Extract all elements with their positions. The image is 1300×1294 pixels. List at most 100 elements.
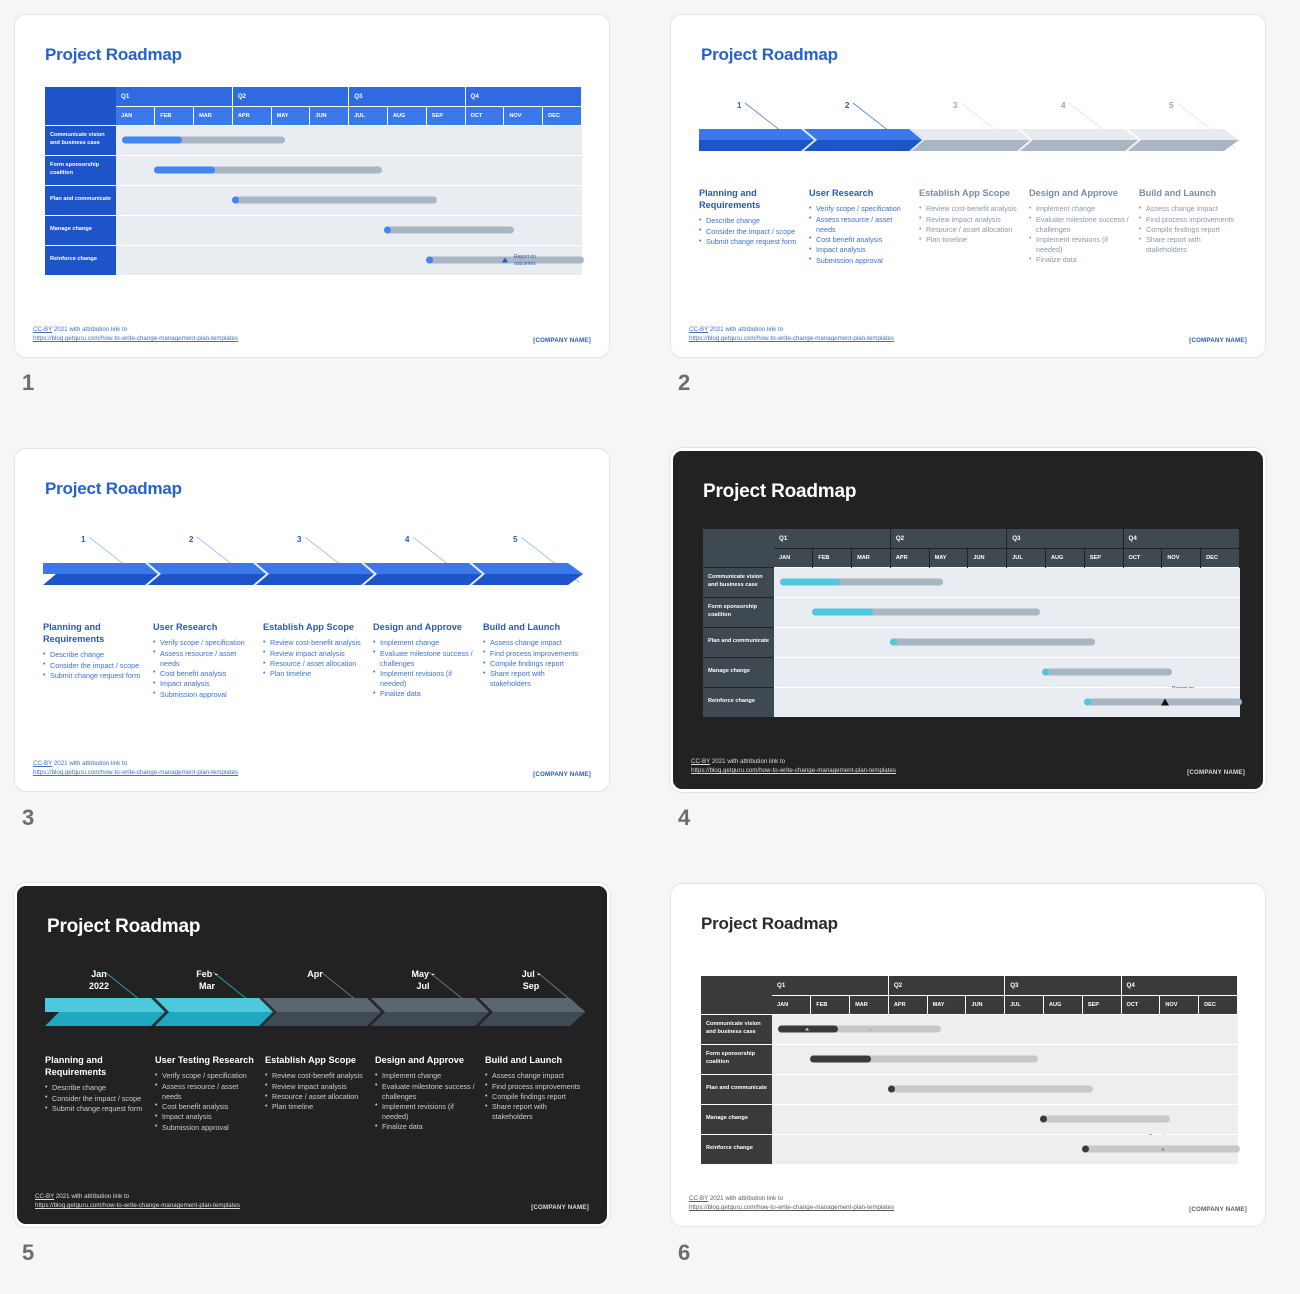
stage-item: Review cost-benefit analysis	[265, 1071, 365, 1081]
source-url-link[interactable]: https://blog.getguru.com/how-to-write-ch…	[33, 768, 238, 778]
slide-2[interactable]: Project Roadmap 1 2 3 4 5 Planning and R…	[670, 14, 1266, 358]
gantt-row: Manage change Report onoutcomes	[701, 1103, 1238, 1146]
gantt-month-mar: MAR	[851, 547, 891, 567]
timeline-number-3: 3	[297, 535, 302, 544]
gantt-chart-blue: Q1 Q2 Q3 Q4 JAN FEB MAR APR MAY JUN JUL …	[45, 87, 584, 275]
timeline-stage-columns: Planning and Requirements Describe chang…	[45, 1054, 585, 1133]
stage-item: Implement revisions (if needed)	[375, 1101, 475, 1122]
gantt-month-jul: JUL	[1004, 994, 1044, 1014]
timeline-numbers: 1 2 3 4 5	[43, 535, 583, 544]
milestone-marker-icon	[1161, 698, 1170, 706]
stage-heading: Design and Approve	[375, 1055, 464, 1065]
timeline-number-1: 1	[81, 535, 86, 544]
gantt-month-apr: APR	[888, 994, 928, 1014]
slide-6[interactable]: Project Roadmap Q1 Q2 Q3 Q4 JAN FEB MAR …	[670, 883, 1266, 1227]
gantt-month-jun: JUN	[965, 994, 1006, 1014]
stage-item: Assess resource / asset needs	[809, 214, 909, 235]
timeline-date-1: Jan 2022	[88, 969, 110, 992]
gantt-quarter-q4: Q4	[1123, 529, 1241, 548]
stage-heading: Planning and Requirements	[699, 188, 761, 211]
timeline-arrow-full: 1 2 3 4 5 Planning and Requirements Desc…	[43, 535, 583, 699]
gantt-bar-start-dot	[383, 226, 391, 234]
timeline-arrow-partial: 1 2 3 4 5 Planning and Requirements Desc…	[699, 101, 1239, 265]
page-title: Project Roadmap	[703, 481, 857, 502]
stage-items: Describe change Consider the impact / sc…	[43, 650, 143, 681]
slide-5[interactable]: Project Roadmap Jan 2022 Feb - Mar Apr M…	[14, 883, 610, 1227]
gantt-month-jul: JUL	[348, 105, 388, 125]
stage-item: Submission approval	[155, 1122, 255, 1133]
stage-item: Evaluate milestone success / challenges	[1029, 214, 1129, 235]
company-name: [COMPANY NAME]	[1189, 337, 1247, 344]
stage-item: Submit change request form	[43, 671, 143, 681]
milestone-marker-icon	[1161, 1147, 1166, 1151]
stage-items: Describe change Consider the impact / sc…	[45, 1083, 145, 1114]
gantt-bar-progress	[154, 166, 215, 174]
gantt-task-label: Manage change	[703, 656, 774, 687]
source-url-link[interactable]: https://blog.getguru.com/how-to-write-ch…	[33, 334, 238, 344]
footer: CC-BY 2021 with attribution link to http…	[689, 1194, 1247, 1213]
company-name: [COMPANY NAME]	[533, 337, 591, 344]
slide-3[interactable]: Project Roadmap 1 2 3 4 5 Planning and R…	[14, 448, 610, 792]
gantt-track	[774, 686, 1242, 717]
stage-heading: Planning and Requirements	[43, 622, 105, 645]
stage-items: Assess change impact Find process improv…	[483, 638, 583, 689]
cc-by-link[interactable]: CC-BY	[35, 1193, 54, 1200]
cc-by-link[interactable]: CC-BY	[33, 760, 52, 767]
timeline-numbers: 1 2 3 4 5	[699, 101, 1239, 110]
cc-by-link[interactable]: CC-BY	[689, 1195, 708, 1202]
slide-cell-5: Project Roadmap Jan 2022 Feb - Mar Apr M…	[14, 883, 670, 1294]
footer: CC-BY 2021 with attribution link to http…	[33, 325, 591, 344]
gantt-corner	[701, 976, 772, 1014]
gantt-chart-dark: Q1 Q2 Q3 Q4 JAN FEB MAR APR MAY JUN JUL …	[703, 529, 1242, 717]
gantt-quarter-q1: Q1	[774, 529, 891, 548]
stage-item: Find process improvements	[1139, 214, 1239, 225]
stage-item: Evaluate milestone success / challenges	[375, 1081, 475, 1102]
gantt-bar-start-dot	[888, 1085, 896, 1093]
gantt-task-label: Plan and communicate	[45, 184, 116, 215]
gantt-bar-start-dot	[890, 638, 898, 646]
source-url-link[interactable]: https://blog.getguru.com/how-to-write-ch…	[691, 766, 896, 776]
stage-item: Review impact analysis	[263, 648, 363, 659]
gantt-track	[772, 1073, 1238, 1104]
timeline-number-4: 4	[1061, 101, 1066, 110]
gantt-row: Communicate vision and business case	[45, 124, 582, 155]
stage-item: Share report with stakeholders	[483, 669, 583, 689]
stage-item: Describe change	[45, 1083, 145, 1093]
stage-items: Review cost-benefit analysis Review impa…	[919, 204, 1019, 245]
stage-item: Impact analysis	[809, 245, 909, 255]
stage-item: Find process improvements	[485, 1081, 585, 1092]
cc-by-link[interactable]: CC-BY	[33, 326, 52, 333]
source-url-link[interactable]: https://blog.getguru.com/how-to-write-ch…	[35, 1201, 240, 1211]
milestone-marker-icon	[804, 1027, 809, 1031]
gantt-task-label: Communicate vision and business case	[703, 566, 774, 597]
slide-1[interactable]: Project Roadmap Q1 Q2 Q3 Q4 JAN FEB MAR …	[14, 14, 610, 358]
gantt-bar-start-dot	[1081, 1145, 1089, 1153]
source-url-link[interactable]: https://blog.getguru.com/how-to-write-ch…	[689, 1203, 894, 1213]
source-url-link[interactable]: https://blog.getguru.com/how-to-write-ch…	[689, 334, 894, 344]
gantt-track	[116, 124, 582, 155]
gantt-task-label: Reinforce change	[701, 1133, 772, 1164]
stage-item: Impact analysis	[153, 679, 253, 689]
gantt-row: Form sponsorship coalition	[703, 596, 1240, 627]
stage-item: Impact analysis	[155, 1112, 255, 1122]
gantt-track	[774, 626, 1240, 657]
cc-by-link[interactable]: CC-BY	[691, 758, 710, 765]
gantt-month-apr: APR	[890, 547, 930, 567]
page-title: Project Roadmap	[47, 916, 201, 937]
gantt-row: Reinforce change	[701, 1133, 1240, 1164]
gantt-row: Plan and communicate	[45, 184, 582, 215]
gantt-track	[774, 566, 1240, 597]
gantt-bar-start-dot	[232, 196, 240, 204]
timeline-date-4: May - Jul	[411, 969, 435, 992]
stage-item: Assess change impact	[1139, 204, 1239, 214]
cc-by-link[interactable]: CC-BY	[689, 326, 708, 333]
gantt-month-row: JAN FEB MAR APR MAY JUN JUL AUG SEP OCT …	[45, 105, 582, 125]
timeline-stage-5: Build and Launch Assess change impact Fi…	[485, 1054, 585, 1133]
gantt-month-mar: MAR	[849, 994, 889, 1014]
slide-4[interactable]: Project Roadmap Q1 Q2 Q3 Q4 JAN FEB MAR …	[670, 448, 1266, 792]
slide-number-1: 1	[22, 370, 35, 395]
stage-item: Submission approval	[809, 255, 909, 266]
gantt-track	[772, 1013, 1238, 1044]
gantt-quarter-q3: Q3	[1004, 976, 1122, 995]
stage-item: Verify scope / specification	[155, 1071, 255, 1081]
